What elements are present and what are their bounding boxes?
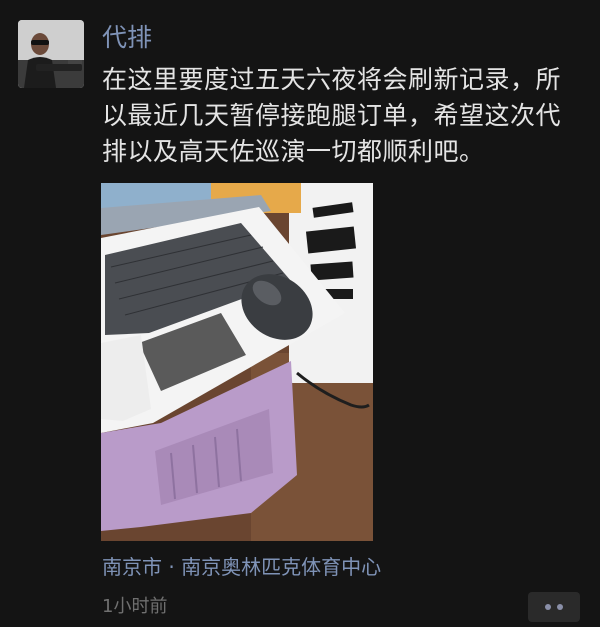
avatar[interactable] <box>18 20 84 88</box>
post-time: 1小时前 <box>102 596 168 617</box>
moments-post: 代排 在这里要度过五天六夜将会刷新记录，所以最近几天暂停接跑腿订单，希望这次代排… <box>0 0 600 627</box>
more-dots-icon <box>545 604 551 610</box>
avatar-photo <box>18 20 84 88</box>
laptop-mouse-photo <box>101 183 373 541</box>
author-name[interactable]: 代排 <box>102 22 152 54</box>
more-dots-icon <box>557 604 563 610</box>
post-text: 在这里要度过五天六夜将会刷新记录，所以最近几天暂停接跑腿订单，希望这次代排以及高… <box>102 65 562 166</box>
post-photo[interactable] <box>101 183 373 541</box>
location-link[interactable]: 南京市 · 南京奥林匹克体育中心 <box>102 553 381 581</box>
more-actions-button[interactable] <box>528 592 580 622</box>
